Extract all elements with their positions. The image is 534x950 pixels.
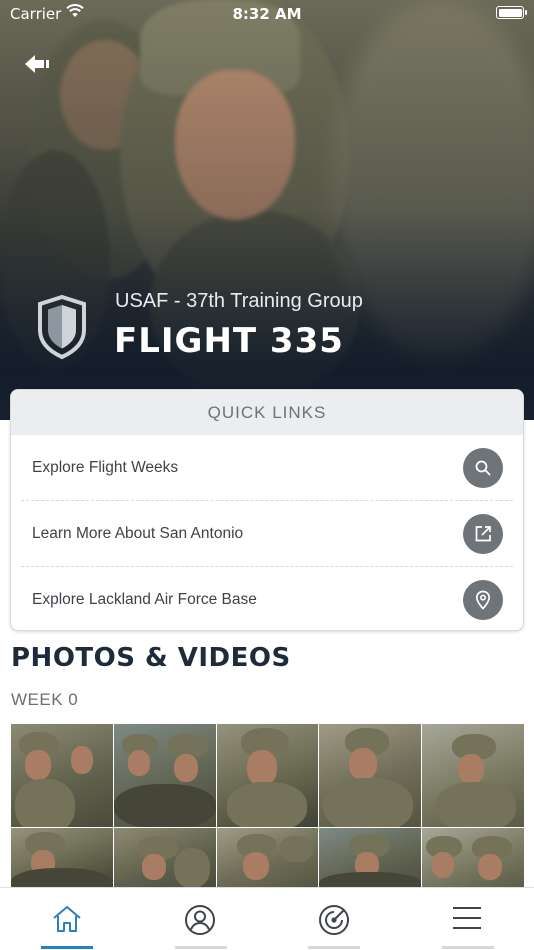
hero-banner: Carrier 8:32 AM USAF - 37th Training Gro… xyxy=(0,0,534,420)
menu-icon[interactable] xyxy=(451,904,483,950)
flight-title: FLIGHT 335 xyxy=(114,321,344,361)
external-link-icon[interactable] xyxy=(463,514,503,554)
photo-thumbnail[interactable] xyxy=(216,724,319,827)
quick-link-label: Learn More About San Antonio xyxy=(32,525,244,542)
quick-links-card: QUICK LINKS Explore Flight Weeks Learn M… xyxy=(10,389,524,631)
radar-icon[interactable] xyxy=(318,904,350,950)
photo-thumbnail[interactable] xyxy=(113,724,216,827)
photo-thumbnail[interactable] xyxy=(11,828,113,888)
active-tab-indicator xyxy=(41,946,93,949)
photo-thumbnail[interactable] xyxy=(216,828,319,888)
home-icon[interactable] xyxy=(51,904,83,950)
photo-thumbnail[interactable] xyxy=(11,724,113,827)
tab-indicator xyxy=(308,946,360,949)
quick-link-label: Explore Lackland Air Force Base xyxy=(32,591,257,608)
photo-thumbnail[interactable] xyxy=(319,828,422,888)
unit-subtitle: USAF - 37th Training Group xyxy=(115,290,363,312)
photo-thumbnail[interactable] xyxy=(422,828,524,888)
status-bar: Carrier 8:32 AM xyxy=(0,0,534,28)
photos-videos-heading: PHOTOS & VIDEOS xyxy=(11,643,291,673)
week-label: WEEK 0 xyxy=(11,690,79,709)
map-pin-icon[interactable] xyxy=(463,580,503,620)
back-button[interactable] xyxy=(22,52,56,80)
photo-thumbnail[interactable] xyxy=(422,724,524,827)
tab-radar[interactable] xyxy=(267,888,401,950)
battery-icon xyxy=(496,6,527,19)
tab-indicator xyxy=(174,946,227,949)
arrow-left-icon xyxy=(25,55,49,73)
quick-links-header: QUICK LINKS xyxy=(11,390,523,435)
quick-link-flight-weeks[interactable]: Explore Flight Weeks xyxy=(21,435,513,501)
quick-link-lackland[interactable]: Explore Lackland Air Force Base xyxy=(21,567,513,630)
shield-icon xyxy=(36,294,88,360)
user-icon[interactable] xyxy=(184,904,216,950)
status-time: 8:32 AM xyxy=(232,5,302,23)
photo-thumbnail[interactable] xyxy=(113,828,216,888)
search-icon[interactable] xyxy=(463,448,503,488)
quick-link-san-antonio[interactable]: Learn More About San Antonio xyxy=(21,501,513,567)
tab-menu[interactable] xyxy=(401,888,534,950)
quick-link-label: Explore Flight Weeks xyxy=(32,459,179,476)
tab-bar xyxy=(0,887,534,950)
tab-profile[interactable] xyxy=(134,888,268,950)
photo-grid xyxy=(11,724,524,888)
tab-home[interactable] xyxy=(0,888,134,950)
tab-indicator xyxy=(441,946,494,949)
photo-thumbnail[interactable] xyxy=(319,724,422,827)
